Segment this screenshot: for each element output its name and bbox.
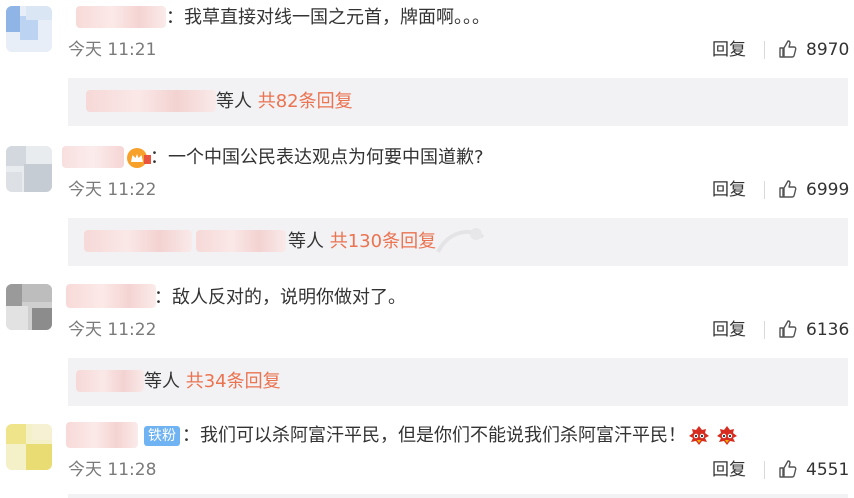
thumbs-up-icon[interactable] xyxy=(778,179,798,199)
blurred-username xyxy=(86,90,216,112)
like-count: 6136 xyxy=(806,320,850,340)
comment-text: ：我草直接对线一国之元首，牌面啊。。。 xyxy=(166,7,490,28)
reply-suffix: 等人 xyxy=(216,91,252,112)
thumbs-up-icon[interactable] xyxy=(778,459,798,479)
reply-button[interactable]: 回复 xyxy=(712,179,746,201)
comment-time: 今天 11:22 xyxy=(68,180,157,200)
reply-button[interactable]: 回复 xyxy=(712,319,746,341)
comment-text: ：敌人反对的，说明你做对了。 xyxy=(154,287,406,308)
divider xyxy=(764,41,765,59)
avatar[interactable] xyxy=(6,284,52,330)
next-reply-box-edge xyxy=(68,494,848,498)
fan-badge: 铁粉 xyxy=(144,426,180,446)
comment-time: 今天 11:22 xyxy=(68,320,157,340)
like-count: 4551 xyxy=(806,460,850,480)
comment-4: 铁粉 ：我们可以杀阿富汗平民，但是你们不能说我们杀阿富汗平民！ 今天 11:28… xyxy=(0,420,854,498)
avatar[interactable] xyxy=(6,6,52,52)
thumbs-up-icon[interactable] xyxy=(778,319,798,339)
reply-suffix: 等人 xyxy=(288,231,324,252)
blurred-username xyxy=(84,230,192,252)
divider xyxy=(764,461,765,479)
comment-3: ：敌人反对的，说明你做对了。 今天 11:22 回复 6136 等人 共34条回… xyxy=(0,280,854,410)
reply-count-link[interactable]: 共82条回复 xyxy=(258,91,353,112)
angry-bird-emoji-icon xyxy=(717,426,737,445)
comment-time: 今天 11:21 xyxy=(68,40,157,60)
blurred-username xyxy=(196,230,286,252)
reply-thread-text: 等人 共34条回复 xyxy=(144,370,281,394)
blurred-username[interactable] xyxy=(76,6,166,28)
avatar[interactable] xyxy=(6,146,52,192)
reply-thread-summary[interactable]: 等人 共82条回复 xyxy=(68,78,848,126)
reply-button[interactable]: 回复 xyxy=(712,39,746,61)
angry-bird-emoji-icon xyxy=(689,426,709,445)
reply-thread-summary[interactable]: 等人 共34条回复 xyxy=(68,358,848,406)
divider xyxy=(764,181,765,199)
comment-text: ：我们可以杀阿富汗平民，但是你们不能说我们杀阿富汗平民！ xyxy=(182,425,686,446)
comment-1: ：我草直接对线一国之元首，牌面啊。。。 今天 11:21 回复 8970 等人 … xyxy=(0,0,854,130)
divider xyxy=(764,321,765,339)
comment-text: ：一个中国公民表达观点为何要中国道歉? xyxy=(150,147,484,168)
blurred-username[interactable] xyxy=(66,422,138,448)
watermark-logo xyxy=(436,228,485,253)
blurred-username[interactable] xyxy=(62,146,124,168)
blurred-username xyxy=(76,370,144,392)
reply-count-link[interactable]: 共34条回复 xyxy=(186,371,281,392)
comment-2: ：一个中国公民表达观点为何要中国道歉? 今天 11:22 回复 6999 等人 … xyxy=(0,140,854,270)
like-count: 6999 xyxy=(806,180,850,200)
reply-thread-text: 等人 共130条回复 xyxy=(288,230,436,254)
comment-time: 今天 11:28 xyxy=(68,460,157,480)
like-count: 8970 xyxy=(806,40,850,60)
reply-thread-summary[interactable]: 等人 共130条回复 xyxy=(68,218,848,266)
reply-count-link[interactable]: 共130条回复 xyxy=(330,231,436,252)
vip-crown-icon xyxy=(127,148,151,168)
avatar[interactable] xyxy=(6,424,52,470)
reply-thread-text: 等人 共82条回复 xyxy=(216,90,353,114)
thumbs-up-icon[interactable] xyxy=(778,39,798,59)
reply-button[interactable]: 回复 xyxy=(712,459,746,481)
reply-suffix: 等人 xyxy=(144,371,180,392)
blurred-username[interactable] xyxy=(66,284,156,308)
